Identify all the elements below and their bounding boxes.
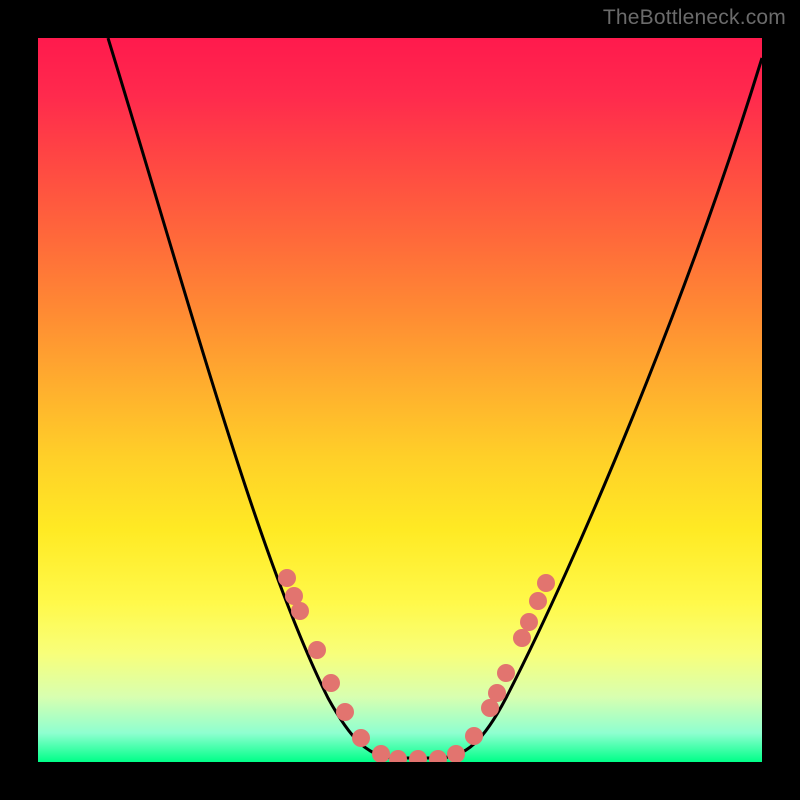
data-marker [465,727,483,745]
data-marker [352,729,370,747]
chart-svg [38,38,762,762]
data-marker [322,674,340,692]
data-marker [529,592,547,610]
data-marker [513,629,531,647]
data-marker [308,641,326,659]
data-marker [429,750,447,762]
data-marker [409,750,427,762]
series-curve [108,38,762,758]
data-marker [291,602,309,620]
watermark-text: TheBottleneck.com [603,6,786,30]
plot-area [38,38,762,762]
data-marker [520,613,538,631]
chart-frame: TheBottleneck.com [0,0,800,800]
data-marker [497,664,515,682]
data-marker [488,684,506,702]
data-marker [336,703,354,721]
data-marker [389,750,407,762]
data-marker [278,569,296,587]
marker-group [278,569,555,762]
data-marker [537,574,555,592]
data-marker [372,745,390,762]
data-marker [447,745,465,762]
